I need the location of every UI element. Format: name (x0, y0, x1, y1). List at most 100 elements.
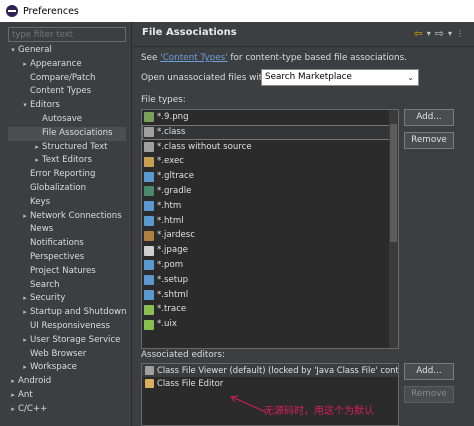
sidebar-item-label: Startup and Shutdown (30, 307, 126, 318)
sidebar-item-label: Android (18, 376, 52, 387)
sidebar-item[interactable]: Autosave (8, 113, 126, 127)
file-type-item[interactable]: *.setup (142, 273, 398, 288)
sidebar-item[interactable]: ▸ Appearance (8, 58, 126, 72)
file-type-label: *.shtml (157, 289, 189, 300)
page-navigation: ⇦ ▾ ⇨ ▾ ⋮ (414, 27, 464, 40)
chevron-right-icon[interactable]: ▸ (20, 334, 30, 348)
file-type-label: *.pom (157, 259, 184, 270)
see-prefix: See (141, 53, 161, 63)
sidebar-item[interactable]: ▸ Structured Text (8, 141, 126, 155)
sidebar-item-label: Keys (30, 196, 51, 207)
sidebar-item[interactable]: ▾ General (8, 44, 126, 58)
chevron-right-icon[interactable]: ▸ (20, 210, 30, 224)
sidebar-item[interactable]: Error Reporting (8, 168, 126, 182)
sidebar-item[interactable]: ▸ User Storage Service (8, 334, 126, 348)
sidebar-item[interactable]: Content Types (8, 85, 126, 99)
chevron-down-icon[interactable]: ▾ (20, 99, 30, 113)
sidebar-item[interactable]: ▸ Ant (8, 389, 126, 403)
file-type-label: *.htm (157, 200, 182, 211)
file-types-list[interactable]: *.9.png *.class *.class without source *.ex… (141, 109, 399, 349)
sidebar-item[interactable]: Globalization (8, 182, 126, 196)
class-file-icon (145, 366, 154, 375)
back-menu-icon[interactable]: ▾ (427, 29, 431, 38)
chevron-right-icon[interactable]: ▸ (20, 306, 30, 320)
sidebar-item[interactable]: Project Natures (8, 265, 126, 279)
file-type-icon (144, 156, 154, 167)
chevron-right-icon[interactable]: ▸ (20, 361, 30, 375)
sidebar-item[interactable]: ▸ Startup and Shutdown (8, 306, 126, 320)
file-type-item[interactable]: *.jardesc (142, 228, 398, 243)
editor-item[interactable]: Class File Viewer (default) (locked by '… (142, 364, 398, 377)
sidebar-item[interactable]: ▾ Editors (8, 99, 126, 113)
chevron-down-icon[interactable]: ▾ (8, 44, 18, 58)
remove-editor-button[interactable]: Remove (404, 386, 454, 403)
sidebar-item-label: Perspectives (30, 251, 85, 262)
filter-input[interactable] (8, 27, 126, 42)
sidebar-item[interactable]: Search (8, 279, 126, 293)
sidebar-item[interactable]: News (8, 223, 126, 237)
chevron-right-icon[interactable]: ▸ (32, 154, 42, 168)
scrollbar-thumb[interactable] (390, 124, 397, 242)
file-type-icon (144, 201, 154, 212)
sidebar-item[interactable]: ▸ Workspace (8, 361, 126, 375)
view-menu-icon[interactable]: ⋮ (456, 29, 464, 38)
sidebar-item-label: User Storage Service (30, 334, 121, 345)
sidebar-item[interactable]: Compare/Patch (8, 72, 126, 86)
file-type-item[interactable]: *.uix (142, 317, 398, 332)
add-editor-button[interactable]: Add... (404, 363, 454, 380)
sidebar-item-label: Appearance (30, 58, 82, 69)
file-types-scrollbar[interactable] (389, 110, 398, 348)
content-types-link[interactable]: 'Content Types' (160, 53, 227, 63)
file-type-item[interactable]: *.class (142, 124, 398, 140)
open-unassociated-select[interactable]: Search Marketplace ⌄ (261, 69, 419, 86)
file-type-label: *.class without source (157, 141, 252, 152)
file-types-label: File types: (141, 95, 186, 105)
preferences-tree: ▾ General ▸ Appearance Compare/Patch Content … (8, 44, 126, 424)
file-type-item[interactable]: *.pom (142, 258, 398, 273)
chevron-right-icon[interactable]: ▸ (8, 403, 18, 417)
sidebar-item-label: News (30, 224, 54, 235)
sidebar-item[interactable]: ▸ Security (8, 292, 126, 306)
sidebar-item-label: Error Reporting (30, 169, 96, 180)
annotation-text: 无源码时，用这个为默认 (264, 406, 374, 417)
file-type-item[interactable]: *.trace (142, 302, 398, 317)
file-type-label: *.9.png (157, 112, 189, 122)
chevron-right-icon[interactable]: ▸ (8, 375, 18, 389)
file-type-item[interactable]: *.gltrace (142, 169, 398, 184)
file-type-item[interactable]: *.jpage (142, 243, 398, 258)
sidebar-item[interactable]: Web Browser (8, 348, 126, 362)
sidebar-item-label: File Associations (42, 127, 113, 138)
chevron-right-icon[interactable]: ▸ (20, 292, 30, 306)
sidebar-item[interactable]: ▸ Text Editors (8, 154, 126, 168)
editor-item[interactable]: Class File Editor (142, 377, 398, 390)
eclipse-icon (6, 5, 18, 17)
file-type-item[interactable]: *.class without source (142, 140, 398, 155)
add-file-type-button[interactable]: Add... (404, 109, 454, 126)
sidebar-item-label: Workspace (30, 362, 77, 373)
sidebar-item[interactable]: ▸ C/C++ (8, 403, 126, 417)
sidebar-item[interactable]: Keys (8, 196, 126, 210)
sidebar-item[interactable]: UI Responsiveness (8, 320, 126, 334)
remove-file-type-button[interactable]: Remove (404, 132, 454, 149)
sidebar-item[interactable]: ▸ Network Connections (8, 210, 126, 224)
file-type-icon (144, 215, 154, 226)
file-type-icon (144, 230, 154, 241)
file-type-item[interactable]: *.gradle (142, 184, 398, 199)
chevron-right-icon[interactable]: ▸ (8, 389, 18, 403)
forward-arrow-icon[interactable]: ⇨ (435, 27, 444, 40)
file-type-item[interactable]: *.html (142, 214, 398, 229)
sidebar-item[interactable]: Perspectives (8, 251, 126, 265)
sidebar-scrollbar[interactable] (126, 44, 131, 424)
file-type-icon (144, 245, 154, 256)
sidebar-item[interactable]: Notifications (8, 237, 126, 251)
back-arrow-icon[interactable]: ⇦ (414, 27, 423, 40)
file-type-item[interactable]: *.9.png (142, 110, 398, 125)
sidebar-item[interactable]: ▸ Android (8, 375, 126, 389)
chevron-right-icon[interactable]: ▸ (20, 58, 30, 72)
sidebar-item[interactable]: File Associations (8, 126, 126, 141)
forward-menu-icon[interactable]: ▾ (448, 29, 452, 38)
file-type-item[interactable]: *.exec (142, 154, 398, 169)
chevron-right-icon[interactable]: ▸ (32, 141, 42, 155)
file-type-item[interactable]: *.htm (142, 199, 398, 214)
file-type-item[interactable]: *.shtml (142, 288, 398, 303)
